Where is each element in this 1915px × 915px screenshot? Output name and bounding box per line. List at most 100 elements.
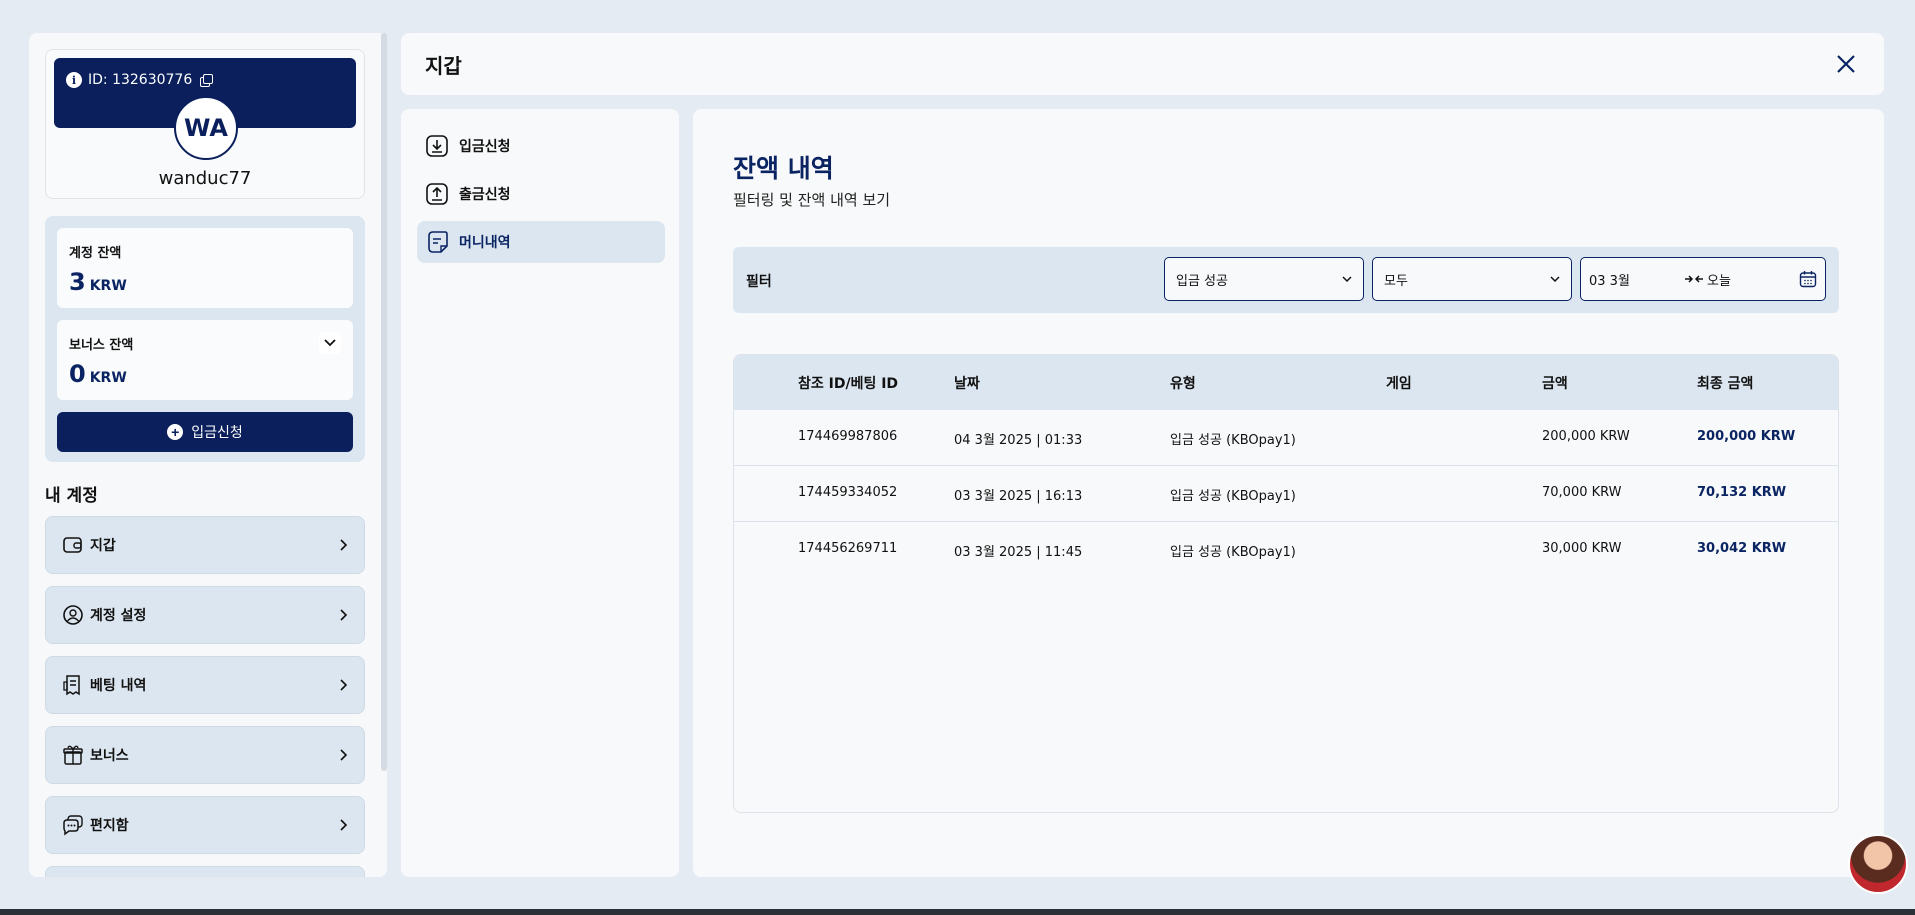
menu-item-label: 베팅 내역 xyxy=(90,678,147,694)
date-from[interactable]: 03 3월 xyxy=(1589,270,1681,289)
table-row: 174469987806 04 3월 2025 | 01:33 입금 성공 (K… xyxy=(734,410,1838,466)
user-id-label: ID: 132630776 xyxy=(88,72,193,88)
date: 03 3월 2025 | 11:45 xyxy=(954,545,1083,560)
type: 입금 성공 (KBOpay1) xyxy=(1170,545,1296,560)
type-select-value: 모두 xyxy=(1384,273,1408,289)
user-settings-icon xyxy=(63,605,83,625)
menu-item-label: 계정 설정 xyxy=(90,608,147,624)
document-icon xyxy=(428,231,448,253)
receipt-icon xyxy=(63,675,80,696)
ref-id: 174459334052 xyxy=(798,485,898,500)
plus-circle-icon: + xyxy=(167,424,184,440)
chevron-down-icon xyxy=(324,339,336,347)
status-select-value: 입금 성공 xyxy=(1176,273,1228,289)
menu-item-wallet[interactable]: 지갑 xyxy=(45,516,365,574)
page-title: 지갑 xyxy=(425,53,462,78)
chevron-down-icon xyxy=(1550,275,1560,282)
final-amount: 30,042 KRW xyxy=(1697,541,1787,556)
wallet-header: 지갑 xyxy=(401,33,1884,95)
chevron-right-icon xyxy=(340,609,348,621)
bonus-balance-label: 보너스 잔액 xyxy=(69,338,134,353)
menu-item-label: 편지함 xyxy=(90,818,129,834)
chevron-right-icon xyxy=(340,539,348,551)
support-chat-avatar[interactable] xyxy=(1848,834,1908,894)
submenu-money-history[interactable]: 머니내역 xyxy=(417,221,665,263)
type-select[interactable]: 모두 xyxy=(1372,257,1572,301)
gift-icon xyxy=(63,745,83,765)
wallet-icon xyxy=(63,537,82,553)
content-subtitle: 필터링 및 잔액 내역 보기 xyxy=(733,191,891,209)
filter-label: 필터 xyxy=(746,274,772,290)
close-button[interactable] xyxy=(1832,50,1860,78)
date: 04 3월 2025 | 01:33 xyxy=(954,433,1083,448)
sidebar-scrollbar[interactable] xyxy=(381,33,387,771)
avatar: WA xyxy=(174,96,238,160)
menu-item-betting-history[interactable]: 베팅 내역 xyxy=(45,656,365,714)
final-amount: 70,132 KRW xyxy=(1697,485,1787,500)
column-header: 최종 금액 xyxy=(1697,376,1754,392)
wallet-submenu: 입금신청 출금신청 머니내역 xyxy=(401,109,679,877)
account-balance-box: 계정 잔액 3 KRW xyxy=(57,228,353,308)
chevron-right-icon xyxy=(340,819,348,831)
amount: 30,000 KRW xyxy=(1542,541,1622,556)
ref-id: 174469987806 xyxy=(798,429,898,444)
copy-icon[interactable] xyxy=(200,74,214,87)
column-header: 날짜 xyxy=(954,376,980,392)
column-header: 참조 ID/베팅 ID xyxy=(798,376,899,392)
bonus-balance-box: 보너스 잔액 0 KRW xyxy=(57,320,353,400)
bonus-balance-unit: KRW xyxy=(89,370,127,386)
deposit-button[interactable]: + 입금신청 xyxy=(57,412,353,452)
balance-history-panel: 잔액 내역 필터링 및 잔액 내역 보기 필터 입금 성공 모두 03 3월 오… xyxy=(693,109,1884,877)
profile-card: i ID: 132630776 WA wanduc77 xyxy=(45,49,365,199)
submenu-withdraw[interactable]: 출금신청 xyxy=(417,173,665,215)
account-balance-unit: KRW xyxy=(89,278,127,294)
bottom-edge xyxy=(0,909,1915,915)
menu-item-label: 지갑 xyxy=(90,538,116,554)
amount: 70,000 KRW xyxy=(1542,485,1622,500)
upload-icon xyxy=(426,183,448,205)
menu-item-account-settings[interactable]: 계정 설정 xyxy=(45,586,365,644)
username: wanduc77 xyxy=(158,168,252,189)
bonus-balance-value: 0 xyxy=(69,360,86,388)
table-row: 174456269711 03 3월 2025 | 11:45 입금 성공 (K… xyxy=(734,522,1838,578)
filter-bar: 필터 입금 성공 모두 03 3월 오늘 xyxy=(733,247,1839,313)
type: 입금 성공 (KBOpay1) xyxy=(1170,433,1296,448)
date-range-picker[interactable]: 03 3월 오늘 xyxy=(1580,257,1826,301)
chevron-right-icon xyxy=(340,749,348,761)
submenu-label: 출금신청 xyxy=(459,187,511,203)
download-icon xyxy=(426,135,448,157)
chevron-right-icon xyxy=(340,679,348,691)
date-to[interactable]: 오늘 xyxy=(1707,270,1799,289)
date: 03 3월 2025 | 16:13 xyxy=(954,489,1083,504)
final-amount: 200,000 KRW xyxy=(1697,429,1796,444)
table-header: 참조 ID/베팅 ID 날짜 유형 게임 금액 최종 금액 xyxy=(734,355,1838,410)
submenu-deposit[interactable]: 입금신청 xyxy=(417,125,665,167)
content-title: 잔액 내역 xyxy=(733,154,834,183)
chat-icon xyxy=(63,815,83,836)
column-header: 유형 xyxy=(1170,376,1196,392)
calendar-icon[interactable] xyxy=(1799,270,1817,288)
table-row: 174459334052 03 3월 2025 | 16:13 입금 성공 (K… xyxy=(734,466,1838,522)
ref-id: 174456269711 xyxy=(798,541,898,556)
amount: 200,000 KRW xyxy=(1542,429,1630,444)
account-balance-value: 3 xyxy=(69,268,86,296)
close-icon xyxy=(1837,55,1855,73)
account-balance-label: 계정 잔액 xyxy=(69,246,122,261)
bonus-expand-button[interactable] xyxy=(319,332,341,354)
chevron-down-icon xyxy=(1342,275,1352,282)
info-icon: i xyxy=(66,72,82,88)
submenu-label: 입금신청 xyxy=(459,139,511,155)
submenu-label: 머니내역 xyxy=(459,235,511,251)
column-header: 게임 xyxy=(1386,376,1412,392)
range-arrows-icon xyxy=(1685,275,1703,283)
menu-item-partial[interactable] xyxy=(45,866,365,877)
menu-item-bonus[interactable]: 보너스 xyxy=(45,726,365,784)
my-account-title: 내 계정 xyxy=(45,486,98,506)
history-table: 참조 ID/베팅 ID 날짜 유형 게임 금액 최종 금액 1744699878… xyxy=(733,354,1839,813)
balance-card: 계정 잔액 3 KRW 보너스 잔액 0 KRW + 입금신청 xyxy=(45,216,365,462)
status-select[interactable]: 입금 성공 xyxy=(1164,257,1364,301)
menu-item-mailbox[interactable]: 편지함 xyxy=(45,796,365,854)
menu-item-label: 보너스 xyxy=(90,748,129,764)
type: 입금 성공 (KBOpay1) xyxy=(1170,489,1296,504)
account-sidebar: i ID: 132630776 WA wanduc77 계정 잔액 3 KRW … xyxy=(29,33,387,877)
